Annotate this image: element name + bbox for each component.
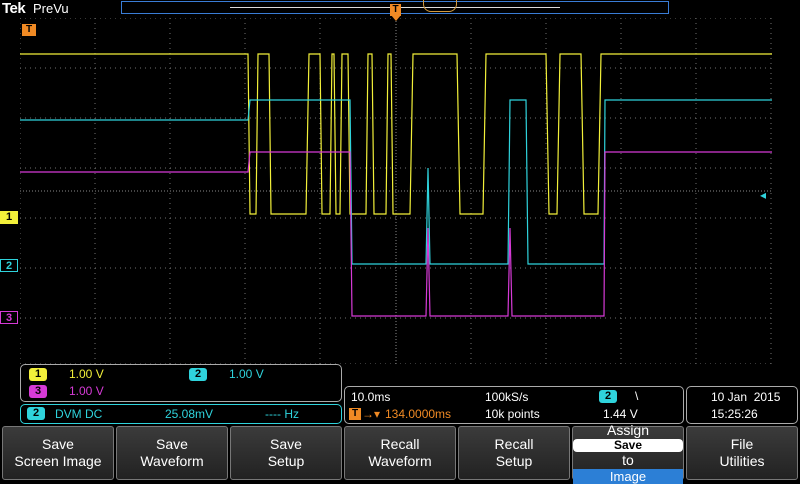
trigger-arrow-icon: →▾ (362, 407, 381, 421)
menu-label: to (622, 452, 634, 468)
ch1-ground-marker[interactable]: 1 (0, 211, 18, 224)
ch3-badge: 3 (29, 385, 47, 398)
dvm-frequency: ---- Hz (265, 407, 299, 421)
expansion-point-marker: T (22, 24, 36, 36)
assign-target-selected: Image (573, 469, 683, 484)
file-utilities-button[interactable]: File Utilities (686, 426, 798, 480)
trigger-level-marker: ◂ (760, 188, 766, 202)
datetime-panel[interactable]: 10 Jan 2015 15:25:26 (686, 386, 798, 424)
menu-label: Save (42, 436, 74, 452)
menu-label: Waveform (140, 453, 204, 469)
menu-label: Setup (267, 453, 305, 469)
menu-label: Recall (494, 436, 534, 452)
ch3-scale: 1.00 V (69, 384, 104, 398)
dvm-channel-badge: 2 (27, 407, 45, 420)
ch1-badge: 1 (29, 368, 47, 381)
ch2-badge: 2 (189, 368, 207, 381)
time-per-div: 10.0ms (351, 390, 391, 404)
save-waveform-button[interactable]: Save Waveform (116, 426, 228, 480)
trigger-slope-icon: \ (635, 389, 639, 403)
trigger-position-arrow-icon (391, 15, 401, 21)
bottom-menu: Save Screen Image Save Waveform Save Set… (0, 422, 800, 484)
record-view-window[interactable] (423, 0, 457, 12)
time: 15:25:26 (711, 407, 758, 421)
menu-label: Screen Image (14, 453, 102, 469)
save-screen-image-button[interactable]: Save Screen Image (2, 426, 114, 480)
dvm-panel[interactable]: 2 DVM DC 25.08mV ---- Hz (20, 404, 342, 424)
timebase-panel[interactable]: 10.0ms 100kS/s 2 \ T →▾ 134.0000ms 10k p… (344, 386, 684, 424)
ch3-ground-marker[interactable]: 3 (0, 311, 18, 324)
ch2-waveform (20, 99, 772, 265)
menu-label: Save (270, 436, 302, 452)
trigger-position-value: 134.0000ms (385, 407, 452, 421)
menu-label: Setup (495, 453, 533, 469)
sample-rate: 100kS/s (485, 390, 529, 404)
record-length: 10k points (485, 407, 540, 421)
dvm-value: 25.08mV (165, 407, 214, 421)
waveform-graticule: ◂ (20, 18, 772, 364)
ch2-ground-marker[interactable]: 2 (0, 259, 18, 272)
recall-waveform-button[interactable]: Recall Waveform (344, 426, 456, 480)
trigger-level: 1.44 V (603, 407, 638, 421)
trigger-position-icon: T (349, 408, 361, 420)
menu-label: Utilities (719, 453, 765, 469)
trigger-source-badge: 2 (599, 390, 617, 403)
assign-save-row: Save to (573, 439, 683, 469)
channel-scale-panel[interactable]: 1 1.00 V 2 1.00 V 3 1.00 V (20, 364, 342, 402)
recall-setup-button[interactable]: Recall Setup (458, 426, 570, 480)
date: 10 Jan 2015 (711, 390, 781, 404)
menu-label: Save (156, 436, 188, 452)
ch2-scale: 1.00 V (229, 367, 264, 381)
save-key-icon: Save (573, 439, 683, 452)
dvm-mode: DVM DC (55, 407, 103, 421)
assign-save-button[interactable]: Assign Save to Image (572, 422, 684, 484)
brand-logo: Tek (2, 0, 26, 17)
menu-label: Waveform (368, 453, 432, 469)
save-setup-button[interactable]: Save Setup (230, 426, 342, 480)
ch1-scale: 1.00 V (69, 367, 104, 381)
graticule-center-axes (20, 18, 772, 364)
menu-label: Recall (380, 436, 420, 452)
acquisition-status: PreVu (33, 1, 69, 16)
assign-target-row: Image (573, 469, 683, 484)
menu-label: File (730, 436, 754, 452)
menu-label: Assign (606, 422, 650, 438)
